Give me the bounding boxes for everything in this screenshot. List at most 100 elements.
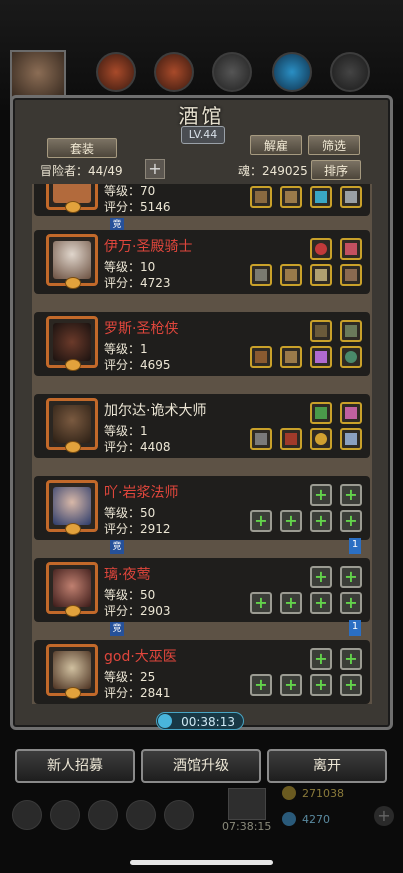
add-currency-button: +	[374, 806, 394, 826]
hero-name: god·大巫医	[104, 649, 177, 665]
hero-level: 等级：70	[104, 184, 156, 198]
gem-icon	[282, 812, 296, 826]
hero-score: 评分：2841	[104, 686, 171, 700]
equip-boots-icon[interactable]	[340, 320, 362, 342]
hero-avatar	[46, 480, 98, 535]
empty-slot-add-icon[interactable]: +	[340, 510, 362, 532]
hero-row[interactable]: 璃·夜莺 等级：50 评分：2903 + + + + + + 竞 1	[34, 558, 370, 636]
hero-name: 罗斯·圣枪侠	[104, 321, 179, 337]
hero-name: 伊万·圣殿骑士	[104, 239, 193, 255]
add-adventurer-slot-button[interactable]: +	[145, 159, 165, 179]
equip-rune-icon[interactable]	[310, 238, 332, 260]
hero-level: 等级：1	[104, 342, 148, 356]
hero-avatar	[46, 316, 98, 371]
empty-slot-add-icon[interactable]: +	[280, 592, 302, 614]
menu-icon	[88, 800, 118, 830]
empty-slot-add-icon[interactable]: +	[280, 674, 302, 696]
equip-scroll-icon[interactable]	[340, 238, 362, 260]
equip-charm-icon[interactable]	[310, 346, 332, 368]
outfit-button[interactable]: 套装	[47, 138, 117, 158]
gold-amount: 271038	[302, 787, 344, 800]
equip-ring-icon[interactable]	[340, 346, 362, 368]
equip-ring-icon[interactable]	[310, 428, 332, 450]
hero-avatar	[46, 234, 98, 289]
hero-score: 评分：4695	[104, 358, 171, 372]
skill-flame-icon[interactable]	[154, 52, 194, 92]
empty-slot-add-icon[interactable]: +	[310, 510, 332, 532]
empty-slot-add-icon[interactable]: +	[280, 510, 302, 532]
hero-level: 等级：25	[104, 670, 156, 684]
skill-dark-icon[interactable]	[330, 52, 370, 92]
hero-avatar	[46, 184, 98, 213]
hero-level: 等级：10	[104, 260, 156, 274]
equip-helmet-icon[interactable]	[340, 264, 362, 286]
hero-level: 等级：1	[104, 424, 148, 438]
hero-avatar	[46, 562, 98, 617]
menu-icon	[50, 800, 80, 830]
hero-row[interactable]: 加尔达·诡术大师 等级：1 评分：4408	[34, 394, 370, 458]
arena-tag: 竞	[110, 540, 124, 554]
empty-slot-add-icon[interactable]: +	[340, 592, 362, 614]
equip-robe-icon[interactable]	[310, 320, 332, 342]
equip-potion-icon[interactable]	[310, 402, 332, 424]
equip-pistol-icon[interactable]	[250, 428, 272, 450]
hero-row[interactable]: 吖·岩浆法师 等级：50 评分：2912 + + + + + + 竞 1	[34, 476, 370, 554]
empty-slot-add-icon[interactable]: +	[250, 674, 272, 696]
equip-armor-icon[interactable]	[280, 346, 302, 368]
empty-slot-add-icon[interactable]: +	[310, 674, 332, 696]
filter-button[interactable]: 筛选	[308, 135, 360, 155]
empty-slot-add-icon[interactable]: +	[340, 484, 362, 506]
hero-row[interactable]: 等级：70 评分：5146 竞	[34, 184, 370, 232]
dismiss-button[interactable]: 解雇	[250, 135, 302, 155]
equip-armor-icon[interactable]	[280, 264, 302, 286]
equip-dagger-icon[interactable]	[340, 402, 362, 424]
gem-amount: 4270	[302, 813, 330, 826]
hero-name: 吖·岩浆法师	[104, 485, 179, 501]
equip-claw-icon[interactable]	[340, 186, 362, 208]
equip-spear-icon[interactable]	[250, 264, 272, 286]
leave-button[interactable]: 离开	[267, 749, 387, 783]
skill-fire-icon[interactable]	[96, 52, 136, 92]
equip-gem-icon[interactable]	[310, 186, 332, 208]
equip-armor-icon[interactable]	[280, 186, 302, 208]
equip-knife-icon[interactable]	[340, 428, 362, 450]
menu-icon	[126, 800, 156, 830]
empty-slot-add-icon[interactable]: +	[340, 566, 362, 588]
hero-row[interactable]: 伊万·圣殿骑士 等级：10 评分：4723	[34, 230, 370, 294]
hero-row[interactable]: god·大巫医 等级：25 评分：2841 + + + + + +	[34, 640, 370, 704]
empty-slot-add-icon[interactable]: +	[310, 592, 332, 614]
hero-score: 评分：2903	[104, 604, 171, 618]
bg-timer: 07:38:15	[222, 820, 272, 833]
equip-cloak-icon[interactable]	[280, 428, 302, 450]
equip-gun-icon[interactable]	[250, 346, 272, 368]
menu-icon	[164, 800, 194, 830]
empty-slot-add-icon[interactable]: +	[310, 648, 332, 670]
equip-axe-icon[interactable]	[250, 186, 272, 208]
empty-slot-add-icon[interactable]: +	[310, 566, 332, 588]
hero-score: 评分：2912	[104, 522, 171, 536]
hero-score: 评分：4723	[104, 276, 171, 290]
recruit-button[interactable]: 新人招募	[15, 749, 135, 783]
soul-count: 魂：249025	[238, 164, 308, 178]
empty-slot-add-icon[interactable]: +	[250, 510, 272, 532]
home-indicator	[130, 860, 273, 865]
empty-slot-add-icon[interactable]: +	[340, 648, 362, 670]
hero-row[interactable]: 罗斯·圣枪侠 等级：1 评分：4695	[34, 312, 370, 376]
hero-avatar	[46, 398, 98, 453]
sort-button[interactable]: 排序	[311, 160, 361, 180]
hero-level: 等级：50	[104, 506, 156, 520]
empty-slot-add-icon[interactable]: +	[250, 592, 272, 614]
empty-slot-add-icon[interactable]: +	[310, 484, 332, 506]
equip-sword-icon[interactable]	[310, 264, 332, 286]
star-level-tag: 1	[349, 538, 361, 554]
gold-icon	[282, 786, 296, 800]
hero-score: 评分：4408	[104, 440, 171, 454]
star-level-tag: 1	[349, 620, 361, 636]
hero-list[interactable]: 等级：70 评分：5146 竞 伊万·圣殿骑士 等级：10 评分：4723 罗斯…	[32, 184, 372, 704]
empty-slot-add-icon[interactable]: +	[340, 674, 362, 696]
chest-icon	[228, 788, 266, 820]
upgrade-tavern-button[interactable]: 酒馆升级	[141, 749, 261, 783]
skill-water-icon[interactable]	[272, 52, 312, 92]
skill-stone-icon[interactable]	[212, 52, 252, 92]
hero-name: 加尔达·诡术大师	[104, 403, 207, 419]
